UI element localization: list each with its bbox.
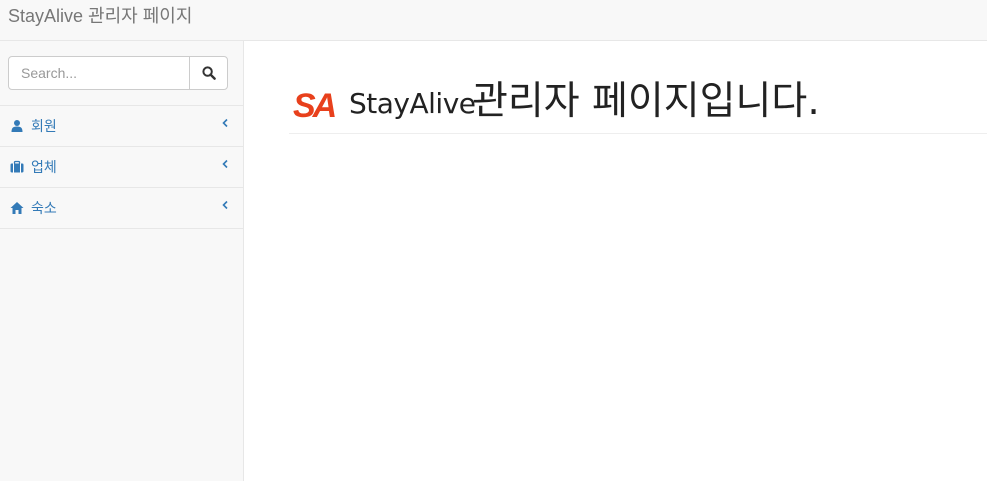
search-icon <box>201 66 216 80</box>
search-input[interactable] <box>8 56 190 90</box>
page-title: 관리자 페이지입니다. <box>472 79 820 124</box>
sidebar-item-label: 업체 <box>31 159 57 175</box>
stayalive-logo-icon: SA <box>293 88 339 120</box>
chevron-left-icon <box>222 200 228 210</box>
sidebar-item-lodgings[interactable]: 숙소 <box>0 188 243 229</box>
top-navbar: StayAlive 관리자 페이지 <box>0 0 987 41</box>
sidebar-search <box>0 41 243 106</box>
sidebar-item-companies[interactable]: 업체 <box>0 147 243 188</box>
sidebar-item-label: 회원 <box>31 118 57 134</box>
user-icon <box>11 120 23 132</box>
sidebar: 회원 업체 숙소 <box>0 41 244 481</box>
home-icon <box>10 202 24 214</box>
logo-mark: SA <box>293 88 336 120</box>
sidebar-item-members[interactable]: 회원 <box>0 106 243 147</box>
search-button[interactable] <box>189 56 228 90</box>
briefcase-icon <box>10 160 24 173</box>
sidebar-item-label: 숙소 <box>31 200 57 216</box>
page-header: SA StayAlive 관리자 페이지입니다. <box>289 76 987 134</box>
main-content: SA StayAlive 관리자 페이지입니다. <box>244 41 987 481</box>
logo-text: StayAlive <box>349 87 476 120</box>
navbar-brand[interactable]: StayAlive 관리자 페이지 <box>8 5 192 27</box>
chevron-left-icon <box>222 159 228 169</box>
chevron-left-icon <box>222 118 228 128</box>
